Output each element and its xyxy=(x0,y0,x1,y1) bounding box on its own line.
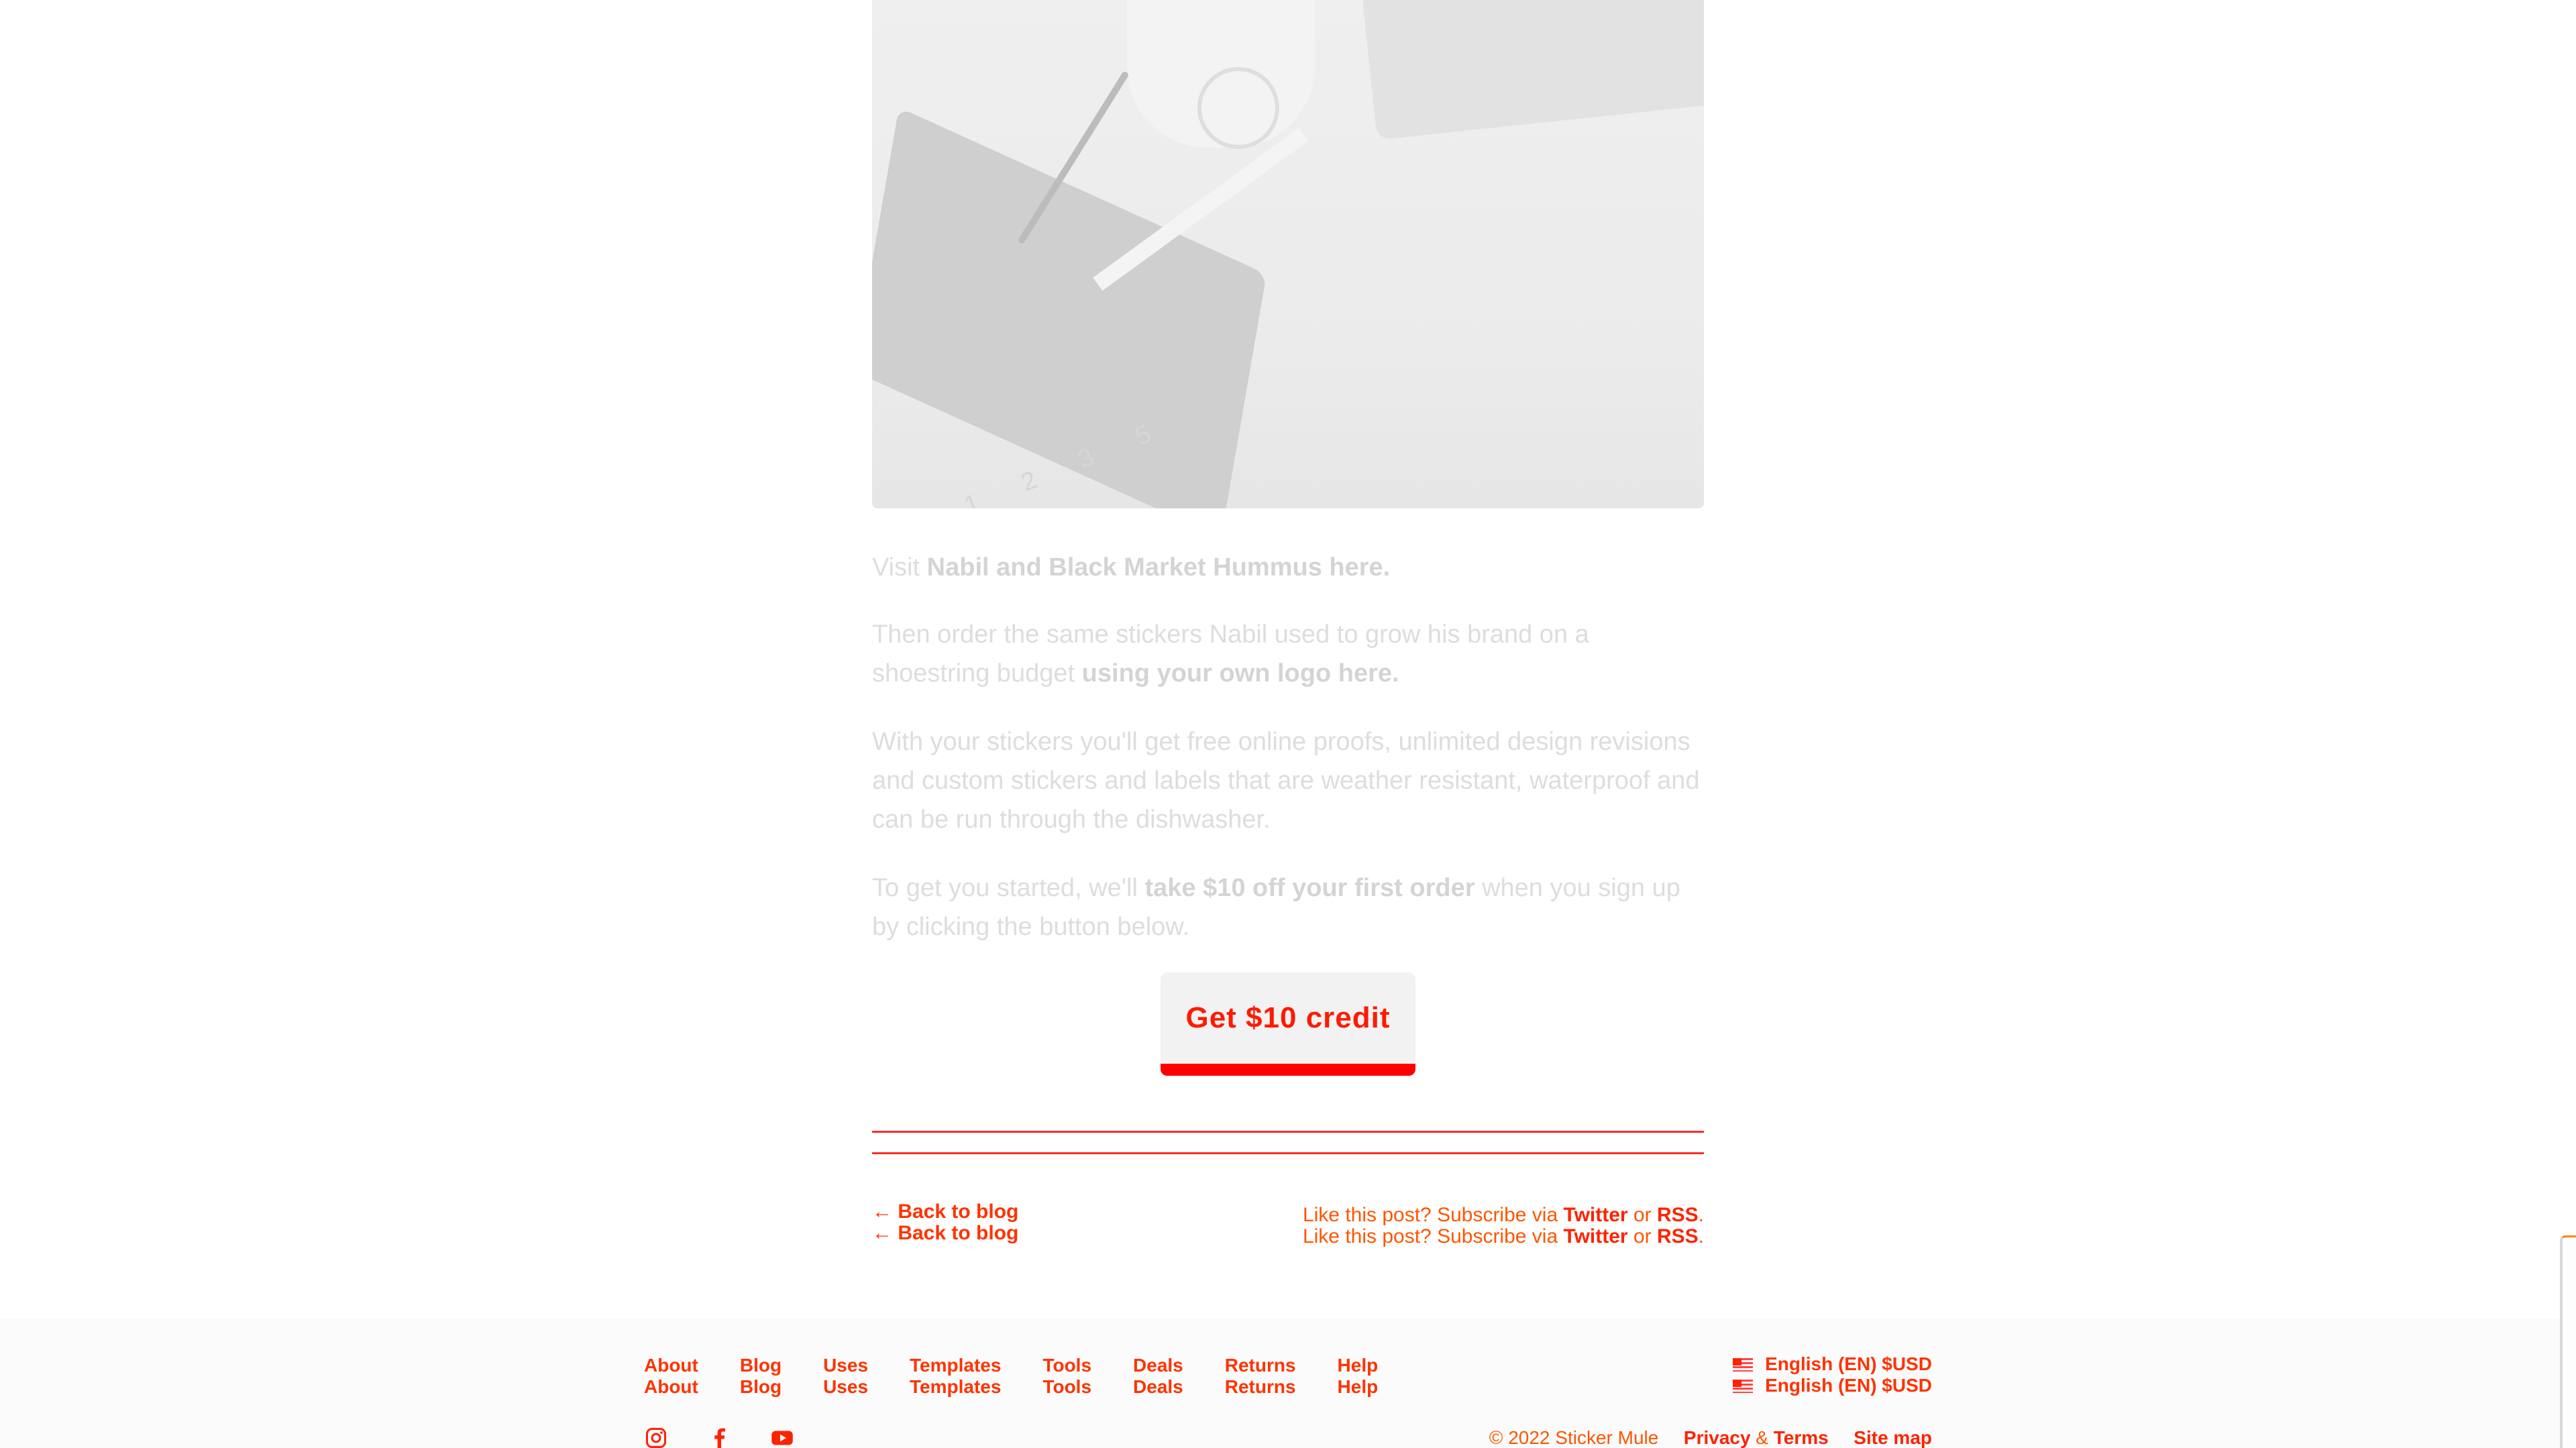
subscribe-line: Like this post? Subscribe via Twitter or… xyxy=(1303,1204,1704,1227)
subscribe-period: . xyxy=(1698,1225,1704,1247)
footer-link-uses[interactable]: Uses xyxy=(823,1355,868,1376)
footer-link-returns-duplicate[interactable]: Returns xyxy=(1225,1376,1296,1398)
back-to-blog-link[interactable]: ← Back to blog xyxy=(872,1201,1018,1223)
promo-bold: take $10 off your first order xyxy=(1144,874,1475,902)
footer-link-returns[interactable]: Returns xyxy=(1225,1355,1296,1376)
footer-link-about-duplicate[interactable]: About xyxy=(644,1376,698,1398)
locale-selector[interactable]: English (EN) $USD English (EN) $USD xyxy=(1733,1353,1932,1396)
get-credit-button[interactable]: Get $10 credit xyxy=(1161,972,1415,1076)
locale-label: English (EN) $USD xyxy=(1765,1375,1932,1396)
social-links xyxy=(644,1426,794,1448)
back-to-blog-link-duplicate[interactable]: ← Back to blog xyxy=(872,1222,1018,1245)
visit-paragraph: Visit Nabil and Black Market Hummus here… xyxy=(872,548,1704,587)
footer-link-blog-duplicate[interactable]: Blog xyxy=(740,1376,782,1398)
laptop-shape xyxy=(1362,0,1704,140)
footer-link-tools[interactable]: Tools xyxy=(1042,1355,1091,1376)
locale-option[interactable]: English (EN) $USD xyxy=(1733,1353,1932,1375)
subscribe-or: or xyxy=(1627,1204,1657,1226)
subscribe-line-duplicate: Like this post? Subscribe via Twitter or… xyxy=(1303,1225,1704,1248)
subscribe-period: . xyxy=(1698,1204,1704,1226)
footer-link-templates-duplicate[interactable]: Templates xyxy=(910,1376,1001,1398)
site-footer: About About Blog Blog Uses Uses Template… xyxy=(0,1319,2576,1448)
footer-link-deals[interactable]: Deals xyxy=(1133,1355,1183,1376)
footer-nav-templates[interactable]: Templates Templates xyxy=(910,1355,1001,1398)
footer-link-about[interactable]: About xyxy=(644,1355,698,1376)
privacy-link[interactable]: Privacy xyxy=(1684,1427,1751,1448)
locale-option-duplicate[interactable]: English (EN) $USD xyxy=(1733,1375,1932,1396)
footer-link-tools-duplicate[interactable]: Tools xyxy=(1042,1376,1091,1398)
footer-nav-blog[interactable]: Blog Blog xyxy=(740,1355,782,1398)
hero-image: 1 2 3 5 xyxy=(872,0,1704,508)
footer-link-templates[interactable]: Templates xyxy=(910,1355,1001,1376)
footer-nav-about[interactable]: About About xyxy=(644,1355,698,1398)
footer-nav: About About Blog Blog Uses Uses Template… xyxy=(644,1355,1419,1398)
legal-line: © 2022 Sticker Mule Privacy & Terms Site… xyxy=(1489,1427,1932,1448)
subscribe-prefix: Like this post? Subscribe via xyxy=(1302,1204,1564,1226)
visit-prefix: Visit xyxy=(872,553,927,581)
promo-paragraph: To get you started, we'll take $10 off y… xyxy=(872,869,1704,946)
footer-nav-help[interactable]: Help Help xyxy=(1338,1355,1379,1398)
visit-link[interactable]: Nabil and Black Market Hummus here. xyxy=(927,553,1391,581)
footer-link-blog[interactable]: Blog xyxy=(740,1355,782,1376)
footer-link-help[interactable]: Help xyxy=(1338,1355,1379,1376)
copyright: © 2022 Sticker Mule xyxy=(1489,1427,1659,1448)
divider-top xyxy=(872,1131,1704,1133)
instagram-icon[interactable] xyxy=(644,1426,668,1448)
footer-nav-returns[interactable]: Returns Returns xyxy=(1225,1355,1296,1398)
us-flag-icon xyxy=(1733,1380,1754,1393)
youtube-icon[interactable] xyxy=(770,1426,794,1448)
us-flag-icon xyxy=(1733,1358,1754,1372)
site-map-link[interactable]: Site map xyxy=(1854,1427,1932,1448)
footer-nav-tools[interactable]: Tools Tools xyxy=(1042,1355,1091,1398)
scroll-edge[interactable] xyxy=(2560,1235,2576,1448)
rss-link[interactable]: RSS xyxy=(1657,1225,1699,1247)
subscribe-prefix: Like this post? Subscribe via xyxy=(1302,1225,1564,1247)
terms-link[interactable]: Terms xyxy=(1774,1427,1829,1448)
order-link[interactable]: using your own logo here. xyxy=(1082,659,1399,687)
divider-bottom xyxy=(872,1152,1704,1154)
subscribe-or: or xyxy=(1627,1225,1657,1247)
footer-link-deals-duplicate[interactable]: Deals xyxy=(1133,1376,1183,1398)
facebook-icon[interactable] xyxy=(707,1426,731,1448)
locale-label: English (EN) $USD xyxy=(1765,1353,1932,1374)
order-paragraph: Then order the same stickers Nabil used … xyxy=(872,615,1704,693)
twitter-link[interactable]: Twitter xyxy=(1564,1204,1628,1226)
footer-link-help-duplicate[interactable]: Help xyxy=(1338,1376,1379,1398)
cup-logo-icon xyxy=(1197,67,1279,149)
promo-prefix: To get you started, we'll xyxy=(872,874,1145,902)
rss-link[interactable]: RSS xyxy=(1657,1204,1699,1226)
footer-nav-deals[interactable]: Deals Deals xyxy=(1133,1355,1183,1398)
footer-nav-uses[interactable]: Uses Uses xyxy=(823,1355,868,1398)
benefits-paragraph: With your stickers you'll get free onlin… xyxy=(872,728,1700,834)
twitter-link[interactable]: Twitter xyxy=(1564,1225,1628,1247)
footer-link-uses-duplicate[interactable]: Uses xyxy=(823,1376,868,1398)
legal-amp: & xyxy=(1750,1427,1774,1448)
